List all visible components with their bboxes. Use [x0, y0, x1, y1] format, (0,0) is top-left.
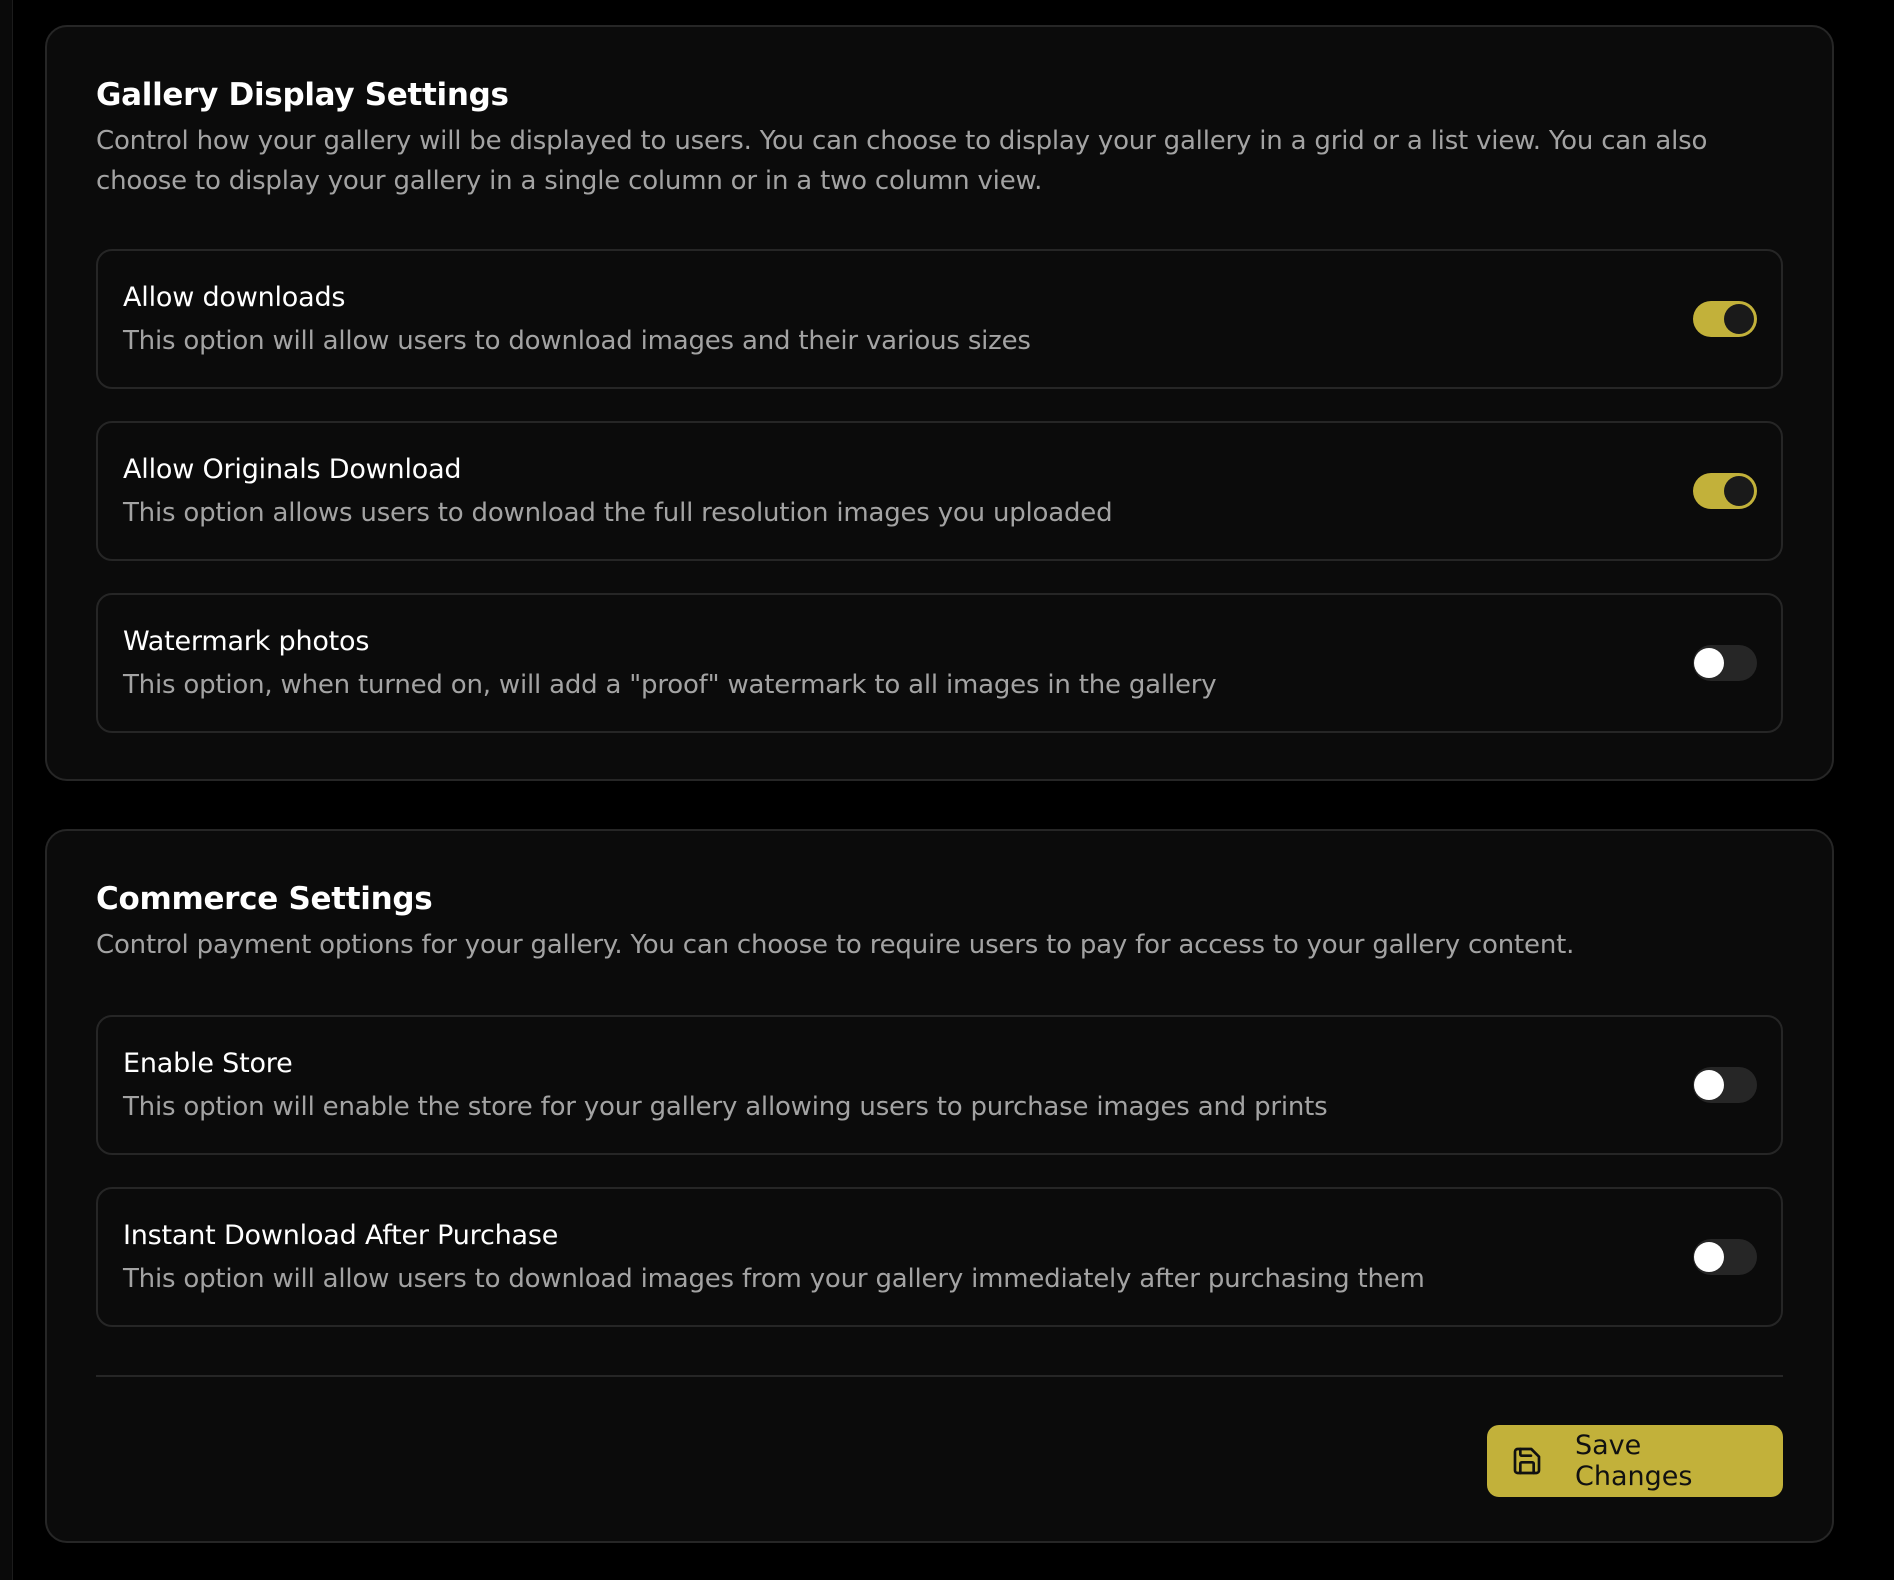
option-description: This option will allow users to download… [123, 1263, 1425, 1294]
option-description: This option will allow users to download… [123, 325, 1031, 356]
commerce-settings-card: Commerce Settings Control payment option… [45, 829, 1834, 1543]
left-rail [0, 0, 13, 1580]
option-description: This option will enable the store for yo… [123, 1091, 1328, 1122]
option-title: Watermark photos [123, 625, 370, 657]
option-description: This option allows users to download the… [123, 497, 1113, 528]
option-instant-download-after-purchase: Instant Download After Purchase This opt… [96, 1187, 1783, 1327]
save-changes-button[interactable]: Save Changes [1487, 1425, 1783, 1497]
allow-downloads-toggle[interactable] [1693, 301, 1757, 337]
option-list: Enable Store This option will enable the… [96, 1015, 1783, 1327]
option-text: Instant Download After Purchase This opt… [123, 1218, 1425, 1297]
option-text: Enable Store This option will enable the… [123, 1046, 1328, 1125]
floppy-disk-icon [1511, 1445, 1543, 1477]
option-title: Allow Originals Download [123, 453, 462, 485]
option-text: Watermark photos This option, when turne… [123, 624, 1217, 703]
toggle-knob [1694, 1070, 1724, 1100]
gallery-display-settings-card: Gallery Display Settings Control how you… [45, 25, 1834, 781]
section-description: Control how your gallery will be display… [96, 126, 1708, 196]
option-title: Enable Store [123, 1047, 293, 1079]
option-list: Allow downloads This option will allow u… [96, 249, 1783, 733]
enable-store-toggle[interactable] [1693, 1067, 1757, 1103]
allow-originals-download-toggle[interactable] [1693, 473, 1757, 509]
divider [96, 1375, 1783, 1377]
option-title: Instant Download After Purchase [123, 1219, 559, 1251]
option-title: Allow downloads [123, 281, 346, 313]
watermark-photos-toggle[interactable] [1693, 645, 1757, 681]
option-enable-store: Enable Store This option will enable the… [96, 1015, 1783, 1155]
toggle-knob [1694, 1242, 1724, 1272]
instant-download-toggle[interactable] [1693, 1239, 1757, 1275]
toggle-knob [1724, 476, 1754, 506]
option-watermark-photos: Watermark photos This option, when turne… [96, 593, 1783, 733]
save-button-label: Save Changes [1575, 1430, 1693, 1492]
section-title: Gallery Display Settings [96, 77, 509, 113]
option-allow-downloads: Allow downloads This option will allow u… [96, 249, 1783, 389]
option-text: Allow downloads This option will allow u… [123, 280, 1031, 359]
option-allow-originals-download: Allow Originals Download This option all… [96, 421, 1783, 561]
option-description: This option, when turned on, will add a … [123, 669, 1217, 700]
option-text: Allow Originals Download This option all… [123, 452, 1113, 531]
section-description: Control payment options for your gallery… [96, 930, 1575, 960]
toggle-knob [1694, 648, 1724, 678]
toggle-knob [1724, 304, 1754, 334]
footer-actions: Save Changes [96, 1425, 1783, 1497]
section-title: Commerce Settings [96, 881, 433, 917]
